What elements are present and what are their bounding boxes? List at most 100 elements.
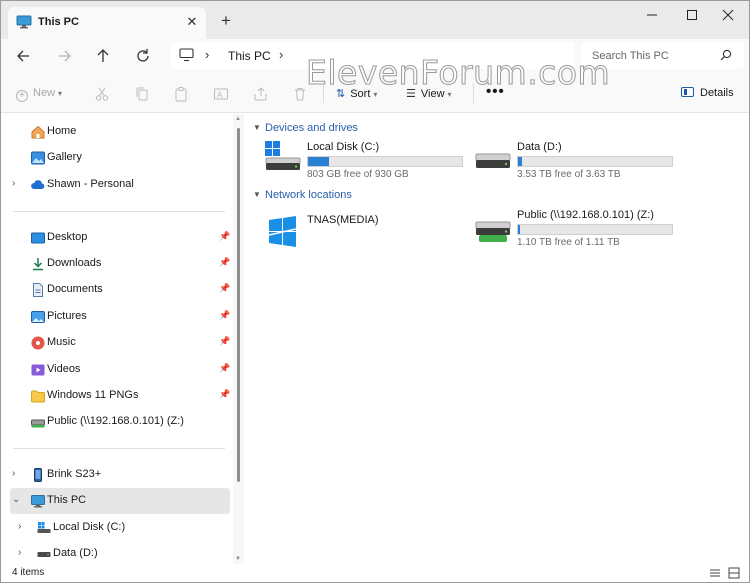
view-button[interactable]: ☰ View ▾ bbox=[406, 87, 452, 100]
sidebar-item-label: Music bbox=[47, 336, 76, 348]
tab-close-icon[interactable]: ✕ bbox=[183, 13, 201, 31]
sidebar-item-home[interactable]: Home bbox=[10, 119, 230, 145]
pin-icon[interactable]: 📌 bbox=[219, 363, 230, 374]
sidebar-item-data-d[interactable]: › Data (D:) bbox=[16, 541, 236, 564]
sidebar-item-label: Home bbox=[47, 125, 77, 137]
documents-icon bbox=[30, 282, 46, 298]
folder-icon bbox=[30, 388, 46, 404]
refresh-icon bbox=[137, 49, 149, 62]
chevron-down-icon[interactable]: ⌄ bbox=[12, 494, 20, 505]
network-drive-icon bbox=[475, 209, 511, 245]
windows-network-icon bbox=[265, 214, 301, 250]
back-button[interactable] bbox=[13, 45, 35, 67]
rename-button[interactable]: A bbox=[213, 86, 229, 102]
pictures-icon bbox=[30, 309, 46, 325]
scrollbar-thumb[interactable] bbox=[237, 128, 240, 482]
breadcrumb-this-pc[interactable]: This PC bbox=[228, 49, 271, 63]
scroll-up-arrow-icon[interactable]: ▲ bbox=[235, 116, 241, 122]
this-pc-icon bbox=[30, 493, 46, 509]
chevron-right-icon[interactable]: › bbox=[12, 178, 15, 189]
navigation-pane: Home Gallery › Shawn - Personal Desktop … bbox=[1, 114, 245, 564]
up-button[interactable] bbox=[92, 45, 114, 67]
tiles-view-button[interactable] bbox=[728, 567, 740, 579]
sidebar-item-local-disk-c[interactable]: › Local Disk (C:) bbox=[16, 515, 236, 541]
new-label: New bbox=[33, 87, 56, 99]
more-options-button[interactable]: ••• bbox=[486, 83, 505, 100]
item-count: 4 items bbox=[12, 567, 45, 578]
new-button[interactable]: + New ▾ bbox=[16, 87, 62, 102]
share-button[interactable] bbox=[253, 86, 269, 102]
details-pane-icon bbox=[681, 87, 694, 97]
sort-icon: ⇅ bbox=[336, 88, 346, 100]
chevron-down-icon: ▼ bbox=[253, 190, 261, 199]
pin-icon[interactable]: 📌 bbox=[219, 283, 230, 294]
sidebar-item-gallery[interactable]: Gallery bbox=[10, 145, 230, 171]
details-view-button[interactable] bbox=[709, 567, 721, 579]
network-item-public-z[interactable]: Public (\\192.168.0.101) (Z:) 1.10 TB fr… bbox=[475, 209, 695, 259]
sidebar-item-windows-11-pngs[interactable]: Windows 11 PNGs 📌 bbox=[10, 383, 230, 409]
drive-name: Public (\\192.168.0.101) (Z:) bbox=[517, 209, 654, 221]
drive-item-local-disk-c[interactable]: Local Disk (C:) 803 GB free of 930 GB bbox=[265, 141, 485, 191]
pin-icon[interactable]: 📌 bbox=[219, 336, 230, 347]
details-view-icon bbox=[710, 569, 720, 577]
paste-button[interactable] bbox=[173, 86, 189, 102]
sidebar-scrollbar[interactable]: ▲ ▼ bbox=[233, 114, 244, 564]
sidebar-item-this-pc[interactable]: ⌄ This PC bbox=[10, 488, 230, 514]
sidebar-item-label: Windows 11 PNGs bbox=[47, 389, 139, 401]
sidebar-item-public-z[interactable]: Public (\\192.168.0.101) (Z:) bbox=[10, 409, 230, 435]
sidebar-item-documents[interactable]: Documents 📌 bbox=[10, 277, 230, 303]
trash-icon bbox=[295, 88, 305, 101]
sidebar-item-desktop[interactable]: Desktop 📌 bbox=[10, 225, 230, 251]
chevron-down-icon: ▼ bbox=[253, 123, 261, 132]
address-bar: › This PC › Search This PC bbox=[1, 39, 749, 73]
forward-button[interactable] bbox=[53, 45, 75, 67]
sidebar-item-label: Public (\\192.168.0.101) (Z:) bbox=[47, 415, 184, 427]
drive-usage-bar bbox=[517, 156, 673, 167]
pin-icon[interactable]: 📌 bbox=[219, 257, 230, 268]
drive-name: TNAS(MEDIA) bbox=[307, 214, 379, 226]
chevron-right-icon[interactable]: › bbox=[12, 468, 15, 479]
sidebar-item-pictures[interactable]: Pictures 📌 bbox=[10, 304, 230, 330]
new-tab-button[interactable]: + bbox=[216, 12, 236, 32]
sidebar-item-downloads[interactable]: Downloads 📌 bbox=[10, 251, 230, 277]
chevron-right-icon[interactable]: › bbox=[18, 547, 21, 558]
close-button[interactable] bbox=[705, 2, 749, 28]
drive-item-data-d[interactable]: Data (D:) 3.53 TB free of 3.63 TB bbox=[475, 141, 695, 191]
sidebar-item-label: Documents bbox=[47, 283, 103, 295]
pin-icon[interactable]: 📌 bbox=[219, 389, 230, 400]
copy-button[interactable] bbox=[134, 86, 150, 102]
scroll-down-arrow-icon[interactable]: ▼ bbox=[235, 556, 241, 562]
chevron-down-icon: ▾ bbox=[447, 90, 452, 99]
details-label: Details bbox=[700, 87, 734, 99]
cut-button[interactable] bbox=[94, 86, 110, 102]
breadcrumb-chevron-icon[interactable]: › bbox=[279, 47, 283, 62]
windows-drive-icon bbox=[36, 520, 52, 536]
sort-button[interactable]: ⇅ Sort ▾ bbox=[336, 87, 377, 100]
details-button[interactable]: Details bbox=[681, 87, 734, 99]
breadcrumb-chevron-icon[interactable]: › bbox=[205, 47, 209, 62]
delete-button[interactable] bbox=[292, 86, 308, 102]
sidebar-item-onedrive[interactable]: › Shawn - Personal bbox=[10, 172, 230, 198]
search-input[interactable]: Search This PC bbox=[581, 42, 744, 69]
address-field[interactable]: › This PC › bbox=[171, 42, 575, 69]
drive-usage-bar bbox=[517, 224, 673, 235]
pin-icon[interactable]: 📌 bbox=[219, 310, 230, 321]
sidebar-item-videos[interactable]: Videos 📌 bbox=[10, 357, 230, 383]
search-placeholder: Search This PC bbox=[592, 50, 669, 62]
sidebar-item-label: Data (D:) bbox=[53, 547, 98, 559]
drive-usage-fill bbox=[518, 157, 522, 166]
sidebar-item-brink-s23[interactable]: › Brink S23+ bbox=[10, 462, 230, 488]
sidebar-item-label: This PC bbox=[47, 494, 87, 506]
group-label: Devices and drives bbox=[265, 122, 358, 134]
pin-icon[interactable]: 📌 bbox=[219, 231, 230, 242]
sidebar-item-music[interactable]: Music 📌 bbox=[10, 330, 230, 356]
phone-icon bbox=[30, 467, 46, 483]
desktop-icon bbox=[30, 230, 46, 246]
refresh-button[interactable] bbox=[132, 45, 154, 67]
chevron-right-icon[interactable]: › bbox=[18, 521, 21, 532]
tab-this-pc[interactable]: This PC ✕ bbox=[8, 7, 206, 39]
sidebar-item-label: Brink S23+ bbox=[47, 468, 102, 480]
drive-free-space: 803 GB free of 930 GB bbox=[307, 169, 409, 180]
group-label: Network locations bbox=[265, 189, 352, 201]
network-item-tnas-media[interactable]: TNAS(MEDIA) bbox=[265, 214, 485, 264]
